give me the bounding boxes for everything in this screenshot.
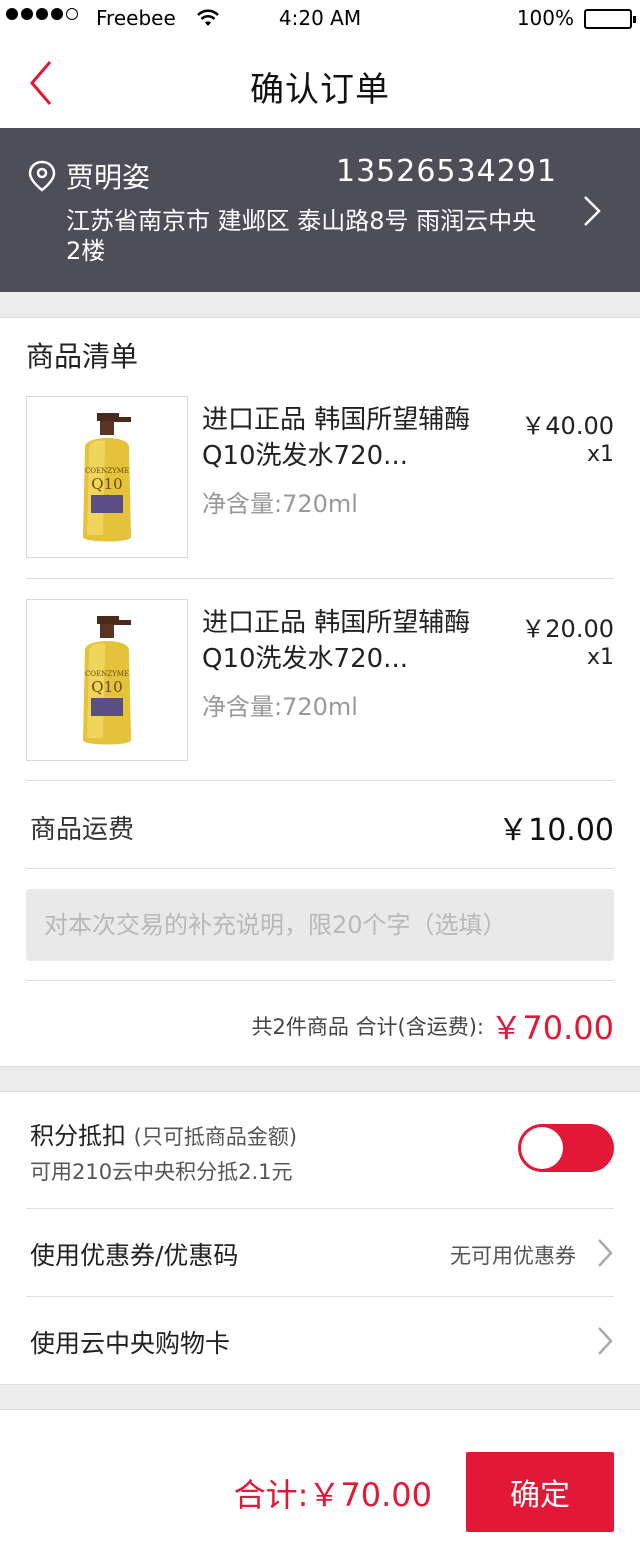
svg-text:Q10: Q10 [91, 475, 122, 493]
coupon-label: 使用优惠券/优惠码 [30, 1241, 239, 1270]
svg-text:Q10: Q10 [91, 678, 122, 696]
section-divider [0, 292, 640, 318]
order-total: ￥70.00 [490, 1009, 614, 1047]
product-name: 进口正品 韩国所望辅酶Q10洗发水720... [202, 405, 471, 471]
address-detail: 江苏省南京市 建邺区 泰山路8号 雨润云中央2楼 [66, 207, 537, 265]
nav-bar: 确认订单 [0, 38, 640, 128]
toggle-knob [521, 1127, 563, 1169]
section-divider [0, 1384, 640, 1410]
points-deduction-row: 积分抵扣 (只可抵商品金额) 可用210云中央积分抵2.1元 [26, 1092, 614, 1208]
product-quantity: x1 [586, 442, 614, 467]
points-label-main: 积分抵扣 [30, 1122, 126, 1150]
product-spec: 净含量:720ml [202, 490, 358, 518]
shopping-card-row[interactable]: 使用云中央购物卡 [26, 1296, 614, 1384]
chevron-right-icon [596, 1237, 614, 1273]
points-description: 可用210云中央积分抵2.1元 [30, 1160, 293, 1184]
product-quantity: x1 [586, 645, 614, 670]
chevron-right-icon [596, 1325, 614, 1361]
svg-text:COENZYME: COENZYME [85, 670, 129, 678]
section-divider [0, 1066, 640, 1092]
product-image: COENZYME Q10 [26, 599, 188, 761]
points-label: 积分抵扣 (只可抵商品金额) [30, 1116, 297, 1151]
battery-icon [584, 9, 636, 29]
points-label-sub: (只可抵商品金额) [133, 1125, 298, 1149]
confirm-button[interactable]: 确定 [466, 1452, 614, 1532]
product-name: 进口正品 韩国所望辅酶Q10洗发水720... [202, 608, 471, 674]
page-title: 确认订单 [250, 70, 390, 110]
order-item[interactable]: COENZYME Q10 进口正品 韩国所望辅酶Q10洗发水720... 净含量… [26, 578, 614, 780]
location-pin-icon [28, 160, 56, 196]
freight-row: 商品运费 ￥10.00 [26, 780, 614, 868]
note-row [26, 868, 614, 980]
product-spec: 净含量:720ml [202, 693, 358, 721]
footer-total: 合计:￥70.00 [233, 1476, 432, 1514]
battery-percentage: 100% [516, 6, 574, 30]
product-price: ￥20.00 [521, 615, 614, 643]
recipient-phone: 13526534291 [336, 154, 557, 189]
freight-value: ￥10.00 [498, 813, 614, 848]
coupon-row[interactable]: 使用优惠券/优惠码 无可用优惠券 [26, 1208, 614, 1296]
order-item[interactable]: COENZYME Q10 进口正品 韩国所望辅酶Q10洗发水720... 净含量… [26, 396, 614, 578]
order-summary: 共2件商品 合计(含运费): ￥70.00 [26, 980, 614, 1066]
chevron-right-icon [582, 194, 602, 232]
points-toggle[interactable] [518, 1124, 614, 1172]
recipient-name: 贾明姿 [66, 161, 151, 194]
goods-section-title: 商品清单 [26, 340, 139, 373]
product-price: ￥40.00 [521, 412, 614, 440]
order-note-input[interactable] [26, 889, 614, 961]
item-count-text: 共2件商品 合计(含运费): [251, 1015, 485, 1039]
freight-label: 商品运费 [30, 815, 135, 845]
shopping-card-label: 使用云中央购物卡 [30, 1329, 231, 1358]
coupon-value: 无可用优惠券 [450, 1244, 576, 1268]
checkout-bar: 合计:￥70.00 确定 [0, 1432, 640, 1554]
status-bar: Freebee 4:20 AM 100% [0, 0, 640, 38]
shipping-address-card[interactable]: 贾明姿 13526534291 江苏省南京市 建邺区 泰山路8号 雨润云中央2楼 [0, 128, 640, 292]
product-image: COENZYME Q10 [26, 396, 188, 558]
svg-text:COENZYME: COENZYME [85, 467, 129, 475]
